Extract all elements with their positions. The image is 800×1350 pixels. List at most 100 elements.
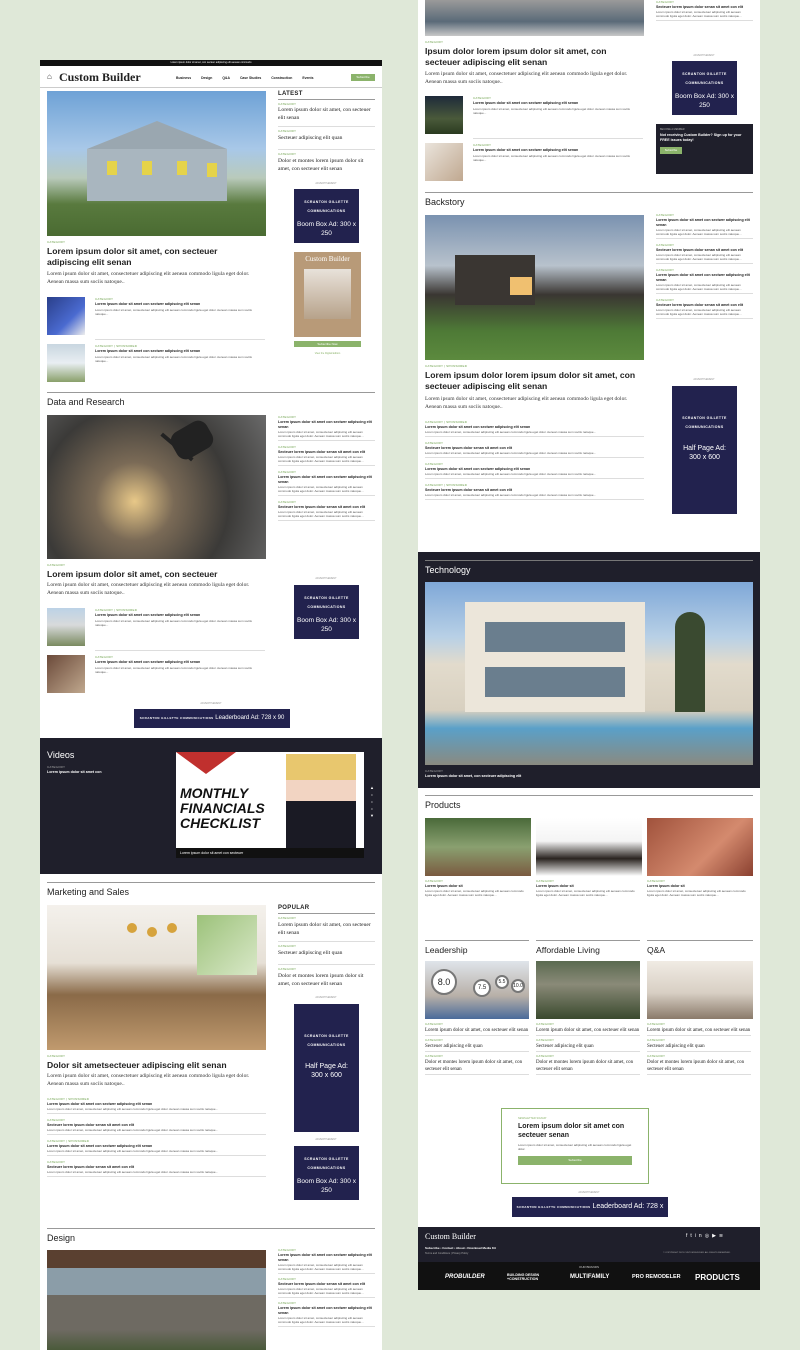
column-story-headline[interactable]: Lorem ipsum dolor sit amet, con secteuer…: [647, 1027, 751, 1034]
nav-case-studies[interactable]: Case Studies: [240, 76, 261, 80]
affordable-living-image[interactable]: [536, 961, 640, 1019]
boom-box-ad[interactable]: SCRANTON GILLETTE COMMUNICATIONS Boom Bo…: [672, 61, 737, 115]
product-card[interactable]: CATEGORY Lorem ipsum dolor sit Lorem ipsum…: [425, 818, 531, 897]
youtube-icon[interactable]: ▶: [712, 1233, 719, 1239]
video-headline[interactable]: Lorem ipsum dolor sit amet con: [47, 770, 157, 775]
sidebar-headline[interactable]: Lorem ipsum dolor sit amet con sectwer a…: [278, 1306, 375, 1316]
hero-image[interactable]: [47, 91, 266, 236]
latest-category[interactable]: CATEGORY: [278, 129, 296, 134]
story-thumb[interactable]: [47, 608, 85, 646]
story-thumb[interactable]: [425, 143, 463, 181]
section-title-technology[interactable]: Technology: [425, 565, 471, 575]
data-category[interactable]: CATEGORY: [47, 563, 65, 568]
section-title-design[interactable]: Design: [40, 1229, 382, 1245]
half-page-ad[interactable]: SCRANTON GILLETTE COMMUNICATIONS Half Pa…: [294, 1004, 359, 1132]
qa-image[interactable]: [647, 961, 753, 1019]
section-title-qa[interactable]: Q&A: [647, 940, 753, 955]
story-headline[interactable]: Lorem ipsum dolor sit amet con sectwer a…: [95, 302, 265, 307]
story-thumb[interactable]: [47, 344, 85, 382]
leaderboard-ad[interactable]: SCRANTON GILLETTE COMMUNICATIONS Leaderb…: [512, 1197, 668, 1230]
product-card[interactable]: CATEGORY Lorem ipsum dolor sit Lorem ipsum…: [536, 818, 642, 897]
column-story-headline[interactable]: Lorem ipsum dolor sit amet, con secteuer…: [536, 1027, 640, 1034]
top-story-category[interactable]: CATEGORY: [425, 40, 443, 45]
nav-design[interactable]: Design: [201, 76, 212, 80]
column-story-headline[interactable]: Secteuer adipiscing elit quan: [536, 1043, 640, 1050]
brand-products[interactable]: PRODUCTS: [695, 1273, 740, 1282]
product-card[interactable]: CATEGORY Lorem ipsum dolor sit Lorem ipsum…: [647, 818, 753, 897]
hero-category[interactable]: CATEGORY: [47, 240, 65, 245]
marketing-hero-image[interactable]: [47, 905, 266, 1050]
nav-business[interactable]: Business: [176, 76, 191, 80]
popular-headline[interactable]: Secteuer adipiscing elit quan: [278, 950, 375, 958]
column-story-headline[interactable]: Lorem ipsum dolor sit amet, con secteuer…: [425, 1027, 529, 1034]
story-headline[interactable]: Lorem ipsum dolor sit amet con sectwer a…: [473, 101, 643, 106]
story-headline[interactable]: Lorem ipsum dolor sit amet con sectwer a…: [95, 613, 265, 618]
brand-probuilder[interactable]: PROBUILDER: [445, 1274, 485, 1280]
newsletter-box-button[interactable]: Subscribe: [518, 1156, 632, 1165]
instagram-icon[interactable]: ◎: [705, 1233, 712, 1239]
popular-headline[interactable]: Lorem ipsum dolor sit amet, con secteuer…: [278, 922, 375, 937]
hero-headline[interactable]: Lorem ipsum dolor sit amet, con secteuer…: [47, 246, 262, 268]
marketing-category[interactable]: CATEGORY: [47, 1054, 65, 1059]
boom-box-ad[interactable]: SCRANTON GILLETTE COMMUNICATIONS Boom Bo…: [294, 1146, 359, 1200]
nav-events[interactable]: Events: [302, 76, 313, 80]
top-story-headline[interactable]: Ipsum dolor lorem ipsum dolor sit amet, …: [425, 46, 640, 68]
sidebar-headline[interactable]: Lorem ipsum dolor sit amet con sectwer a…: [278, 475, 375, 485]
section-title-videos[interactable]: Videos: [47, 750, 74, 760]
story-headline[interactable]: Lorem ipsum dolor sit amet con sectwer a…: [473, 148, 643, 153]
leaderboard-ad[interactable]: SCRANTON GILLETTE COMMUNICATIONS Leaderb…: [134, 709, 290, 728]
section-title-affordable-living[interactable]: Affordable Living: [536, 940, 640, 955]
column-story-headline[interactable]: Secteuer adipiscing elit quan: [425, 1043, 529, 1050]
magazine-subscribe-button[interactable]: Subscribe Now: [294, 341, 361, 347]
column-story-headline[interactable]: Dolor et montes lorem ipsum dolor sit am…: [536, 1059, 640, 1073]
latest-category[interactable]: CATEGORY: [278, 152, 296, 157]
data-headline[interactable]: Lorem ipsum dolor sit amet, con secteuer: [47, 569, 262, 580]
sidebar-headline[interactable]: Lorem ipsum dolor sit amet con sectwer a…: [656, 218, 753, 228]
sidebar-headline[interactable]: Lorem ipsum dolor sit amet con sectwer a…: [278, 1253, 375, 1263]
latest-headline[interactable]: Dolor et montes lorem ipsum dolor sit am…: [278, 158, 375, 173]
footer-legal[interactable]: Terms and Conditions | Privacy Policy: [425, 1252, 468, 1255]
latest-headline[interactable]: Lorem ipsum dolor sit amet, con secteuer…: [278, 107, 375, 122]
magazine-cover[interactable]: Custom Builder: [294, 252, 361, 337]
video-carousel-dots[interactable]: ▲ • • • ▼: [370, 784, 374, 819]
product-image[interactable]: [647, 818, 753, 876]
half-page-ad[interactable]: SCRANTON GILLETTE COMMUNICATIONS Half Pa…: [672, 386, 737, 514]
leadership-image[interactable]: 8.0 7.5 5.5 10.0: [425, 961, 529, 1019]
site-logo[interactable]: Custom Builder: [59, 70, 141, 85]
section-title-marketing[interactable]: Marketing and Sales: [40, 883, 382, 899]
rss-icon[interactable]: ≋: [719, 1233, 726, 1239]
popular-category[interactable]: CATEGORY: [278, 967, 296, 972]
section-title-leadership[interactable]: Leadership: [425, 940, 529, 955]
story-thumb[interactable]: [47, 655, 85, 693]
popular-headline[interactable]: Dolor et montes lorem ipsum dolor sit am…: [278, 973, 375, 988]
sidebar-headline[interactable]: Lorem ipsum dolor sit amet con sectwer a…: [278, 420, 375, 430]
story-headline[interactable]: Lorem ipsum dolor sit amet con sectwer a…: [95, 660, 265, 665]
backstory-category[interactable]: CATEGORY | SPONSORED: [425, 364, 467, 369]
data-hero-image[interactable]: [47, 415, 266, 559]
column-story-headline[interactable]: Dolor et montes lorem ipsum dolor sit am…: [425, 1059, 529, 1073]
column-story-headline[interactable]: Dolor et montes lorem ipsum dolor sit am…: [647, 1059, 751, 1073]
technology-headline[interactable]: Lorem ipsum dolor sit amet, con secteuer…: [425, 774, 725, 779]
product-image[interactable]: [425, 818, 531, 876]
top-story-image[interactable]: [425, 0, 644, 36]
video-player[interactable]: MONTHLY FINANCIALS CHECKLIST Lorem ipsum…: [176, 752, 364, 858]
sidebar-headline[interactable]: Lorem ipsum dolor sit amet con sectwer a…: [656, 273, 753, 283]
story-headline[interactable]: Lorem ipsum dolor sit amet con sectwer a…: [95, 349, 265, 354]
popular-category[interactable]: CATEGORY: [278, 916, 296, 921]
nav-qa[interactable]: Q&A: [222, 76, 230, 80]
brand-multifamily[interactable]: MULTIFAMILY: [570, 1274, 609, 1280]
section-title-data[interactable]: Data and Research: [40, 393, 382, 409]
logo-icon[interactable]: ⌂: [47, 72, 59, 81]
top-promo-strip[interactable]: Lorem ipsum dolor sit amet, con secteur …: [40, 60, 382, 66]
brand-pro-remodeler[interactable]: PRO REMODELER: [632, 1274, 681, 1280]
product-image[interactable]: [536, 818, 642, 876]
subscribe-button[interactable]: Subscribe: [351, 74, 375, 81]
boom-box-ad[interactable]: SCRANTON GILLETTE COMMUNICATIONS Boom Bo…: [294, 585, 359, 639]
backstory-headline[interactable]: Lorem ipsum dolor lorem ipsum dolor sit …: [425, 370, 640, 392]
backstory-hero-image[interactable]: [425, 215, 644, 360]
newsletter-button[interactable]: Subscribe: [660, 147, 682, 154]
footer-logo[interactable]: Custom Builder: [425, 1232, 476, 1241]
story-thumb[interactable]: [425, 96, 463, 134]
technology-hero-image[interactable]: [425, 582, 753, 765]
boom-box-ad[interactable]: SCRANTON GILLETTE COMMUNICATIONS Boom Bo…: [294, 189, 359, 243]
